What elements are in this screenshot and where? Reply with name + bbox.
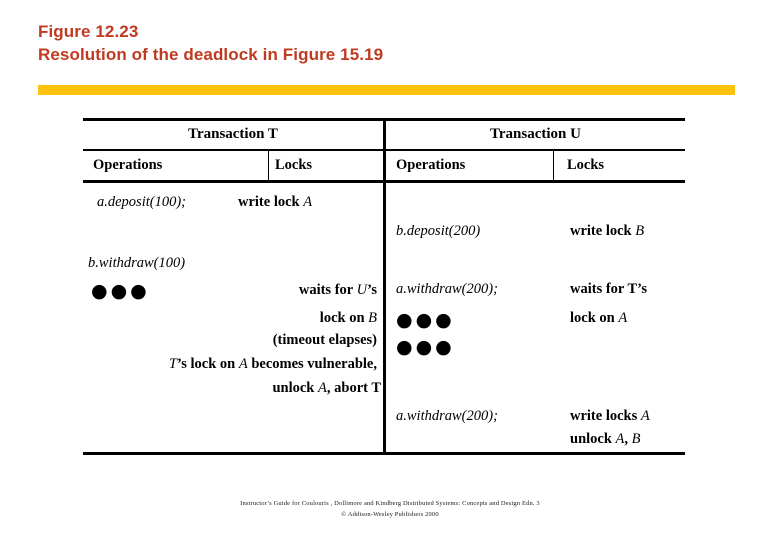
t-lock-5-text: ’s lock on — [176, 356, 239, 372]
u-lock-5-suffix: , — [624, 431, 632, 447]
t-operation-ellipsis: ●●● — [91, 280, 150, 302]
page-title-line-1: Figure 12.23 — [38, 22, 139, 41]
u-lock-5: unlock A, B — [570, 431, 641, 448]
column-header-t-locks: Locks — [275, 157, 313, 173]
u-operation-1: b.deposit(200) — [396, 223, 481, 239]
u-lock-5-var2: B — [631, 431, 641, 447]
footer: Instructor’s Guide for Coulouris , Dolli… — [0, 498, 780, 520]
t-lock-5-var1: T — [168, 356, 177, 372]
table-bottom-rule — [83, 452, 685, 455]
page-title-line-2: Resolution of the deadlock in Figure 15.… — [38, 45, 384, 64]
t-lock-5-suffix: becomes vulnerable, — [247, 356, 377, 372]
u-operation-ellipsis-2: ●●● — [396, 336, 455, 358]
t-lock-2-text: waits for — [298, 282, 357, 298]
group-header-transaction-u: Transaction U — [490, 126, 581, 142]
u-lock-4-var: A — [640, 408, 650, 424]
t-lock-3: lock on B — [183, 310, 377, 327]
deadlock-resolution-table: Transaction T Transaction U Operations L… — [83, 118, 685, 455]
u-lock-4: write locks A — [570, 408, 650, 425]
u-lock-1-var: B — [635, 223, 645, 239]
u-operation-2: a.withdraw(200); — [396, 281, 498, 297]
u-lock-2: waits for T’s — [570, 281, 648, 297]
u-operation-ellipsis-1: ●●● — [396, 309, 455, 331]
t-lock-1-var: A — [303, 194, 313, 210]
u-lock-3-var: A — [618, 310, 628, 326]
t-lock-5-var2: A — [238, 356, 248, 372]
vertical-divider-u-columns — [553, 151, 554, 180]
u-lock-3-text: lock on — [570, 310, 619, 326]
column-header-t-operations: Operations — [93, 157, 163, 173]
t-lock-5-vulnerable: T’s lock on A becomes vulnerable, — [83, 356, 377, 373]
t-lock-2: waits for U’s — [183, 282, 377, 299]
u-lock-1-text: write lock — [570, 223, 636, 239]
t-lock-3-text: lock on — [319, 310, 369, 326]
t-operation-2: b.withdraw(100) — [88, 255, 186, 271]
column-header-u-operations: Operations — [396, 157, 466, 173]
t-lock-6-var: A — [318, 380, 327, 396]
u-lock-1: write lock B — [570, 223, 644, 240]
u-lock-3: lock on A — [570, 310, 627, 327]
t-operation-1: a.deposit(100); — [97, 194, 186, 210]
u-lock-4-text: write locks — [570, 408, 641, 424]
footer-copyright-line: © Addison-Wesley Publishers 2000 — [341, 511, 439, 518]
u-operation-3: a.withdraw(200); — [396, 408, 498, 424]
vertical-divider-t-columns — [268, 151, 269, 180]
accent-bar-divider — [38, 85, 735, 95]
t-lock-6-unlock-abort: unlock A, abort T — [83, 380, 381, 397]
slide-title-block: Figure 12.23 Resolution of the deadlock … — [38, 20, 738, 66]
t-lock-1: write lock A — [238, 194, 312, 211]
vertical-divider-transactions — [383, 118, 386, 452]
t-lock-6-text: unlock — [272, 380, 319, 396]
t-lock-3-var: B — [368, 310, 377, 326]
group-header-transaction-t: Transaction T — [188, 126, 278, 142]
t-lock-2-var: U — [356, 282, 368, 298]
footer-citation-line: Instructor’s Guide for Coulouris , Dolli… — [240, 500, 540, 507]
u-lock-5-text: unlock — [570, 431, 616, 447]
t-lock-1-text: write lock — [238, 194, 304, 210]
t-lock-2-suffix: ’s — [367, 282, 377, 298]
t-lock-6-suffix: , abort T — [326, 380, 381, 396]
t-lock-4-timeout: (timeout elapses) — [272, 332, 377, 348]
column-header-u-locks: Locks — [567, 157, 605, 173]
